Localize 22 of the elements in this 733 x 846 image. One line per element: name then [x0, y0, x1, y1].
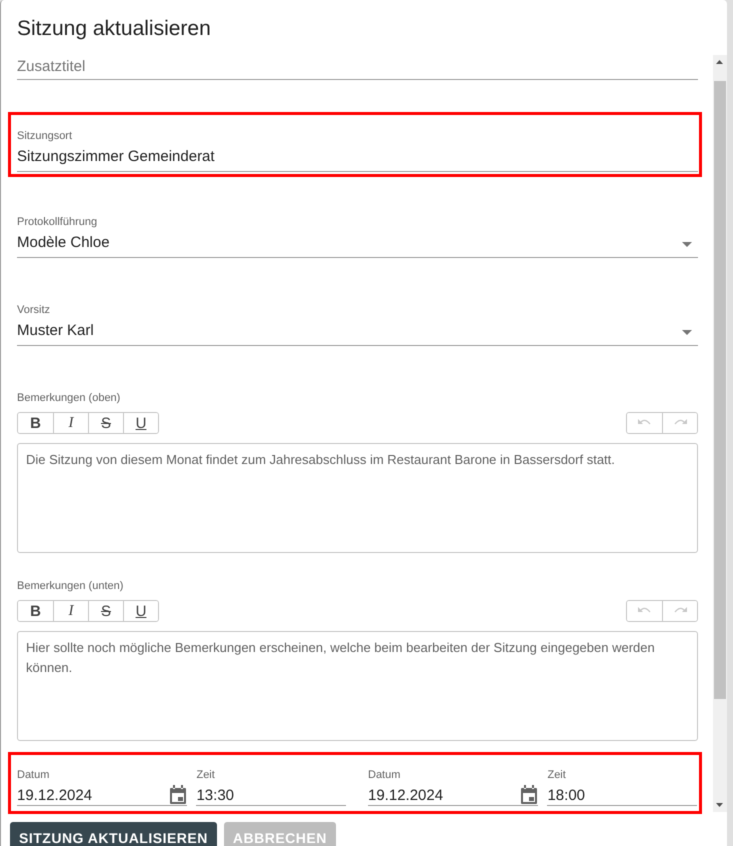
select-field[interactable]: Vorsitz Muster Karl	[17, 303, 698, 346]
calendar-icon[interactable]	[169, 785, 188, 805]
scroll-up-arrow-icon[interactable]	[716, 59, 724, 65]
text-editor[interactable]: Hier sollte noch mögliche Bemerkungen erscheinen, welche beim bearbeiten der Sitzung eingegeben werden können.	[17, 631, 698, 741]
update-button[interactable]: SITZUNG AKTUALISIEREN	[10, 822, 217, 846]
dropdown-caret-icon	[682, 330, 692, 335]
date-field[interactable]: Datum 19.12.2024	[17, 768, 188, 806]
calendar-icon[interactable]	[520, 785, 538, 805]
time-field[interactable]: Zeit 13:30	[196, 768, 346, 806]
text-field[interactable]: Sitzungsort Sitzungszimmer Gemeinderat	[17, 129, 698, 172]
dialog-title: Sitzung aktualisieren	[16, 16, 212, 39]
format-button[interactable]: U	[123, 601, 158, 621]
dropdown-caret-icon	[682, 242, 692, 247]
text-field[interactable]: Zusatztitel	[17, 55, 698, 80]
field-label: Bemerkungen (oben)	[17, 391, 122, 405]
format-button[interactable]: U	[123, 413, 158, 433]
time-field[interactable]: Zeit 18:00	[547, 768, 697, 806]
select-field[interactable]: Protokollführung Modèle Chloe	[17, 215, 698, 258]
text-editor[interactable]: Die Sitzung von diesem Monat findet zum Jahresabschluss im Restaurant Barone in Bassersdorf statt.	[17, 443, 698, 553]
date-field[interactable]: Datum 19.12.2024	[368, 768, 538, 806]
scroll-down-arrow-icon[interactable]	[716, 802, 724, 808]
field-label: Bemerkungen (unten)	[17, 579, 124, 593]
